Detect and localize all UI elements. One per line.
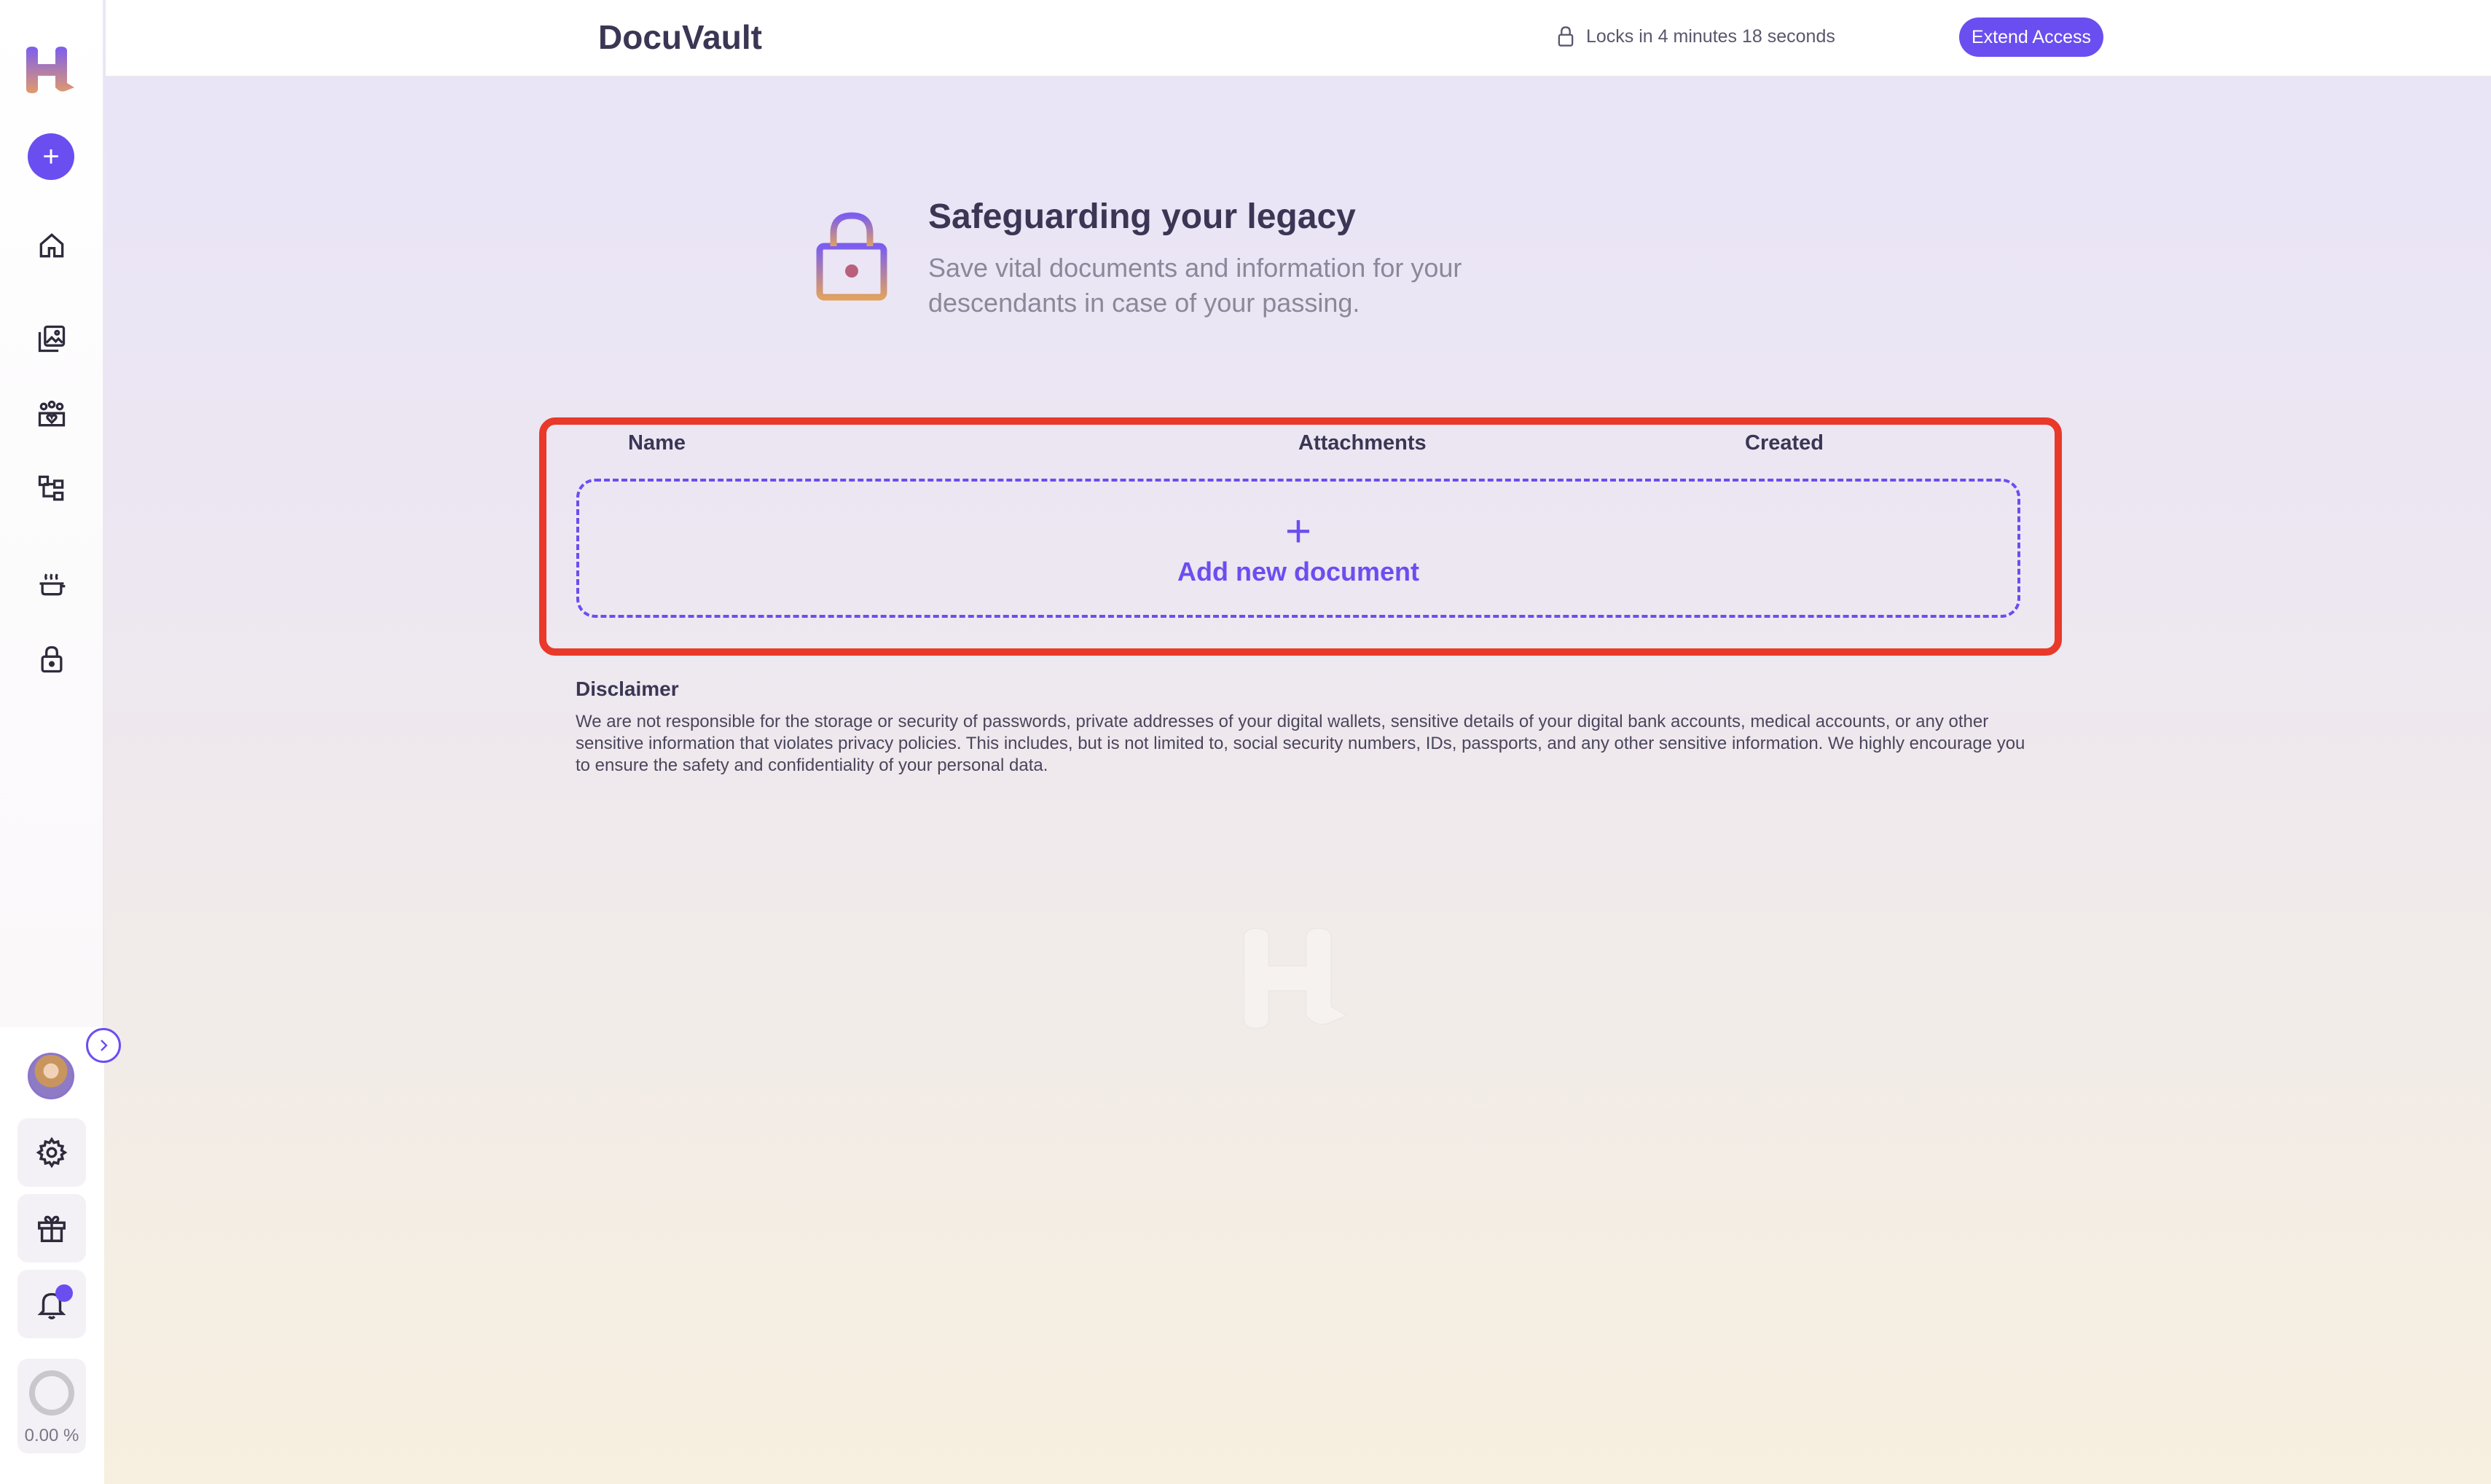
hero-title: Safeguarding your legacy — [928, 197, 1356, 236]
gallery-icon[interactable] — [34, 321, 70, 357]
gift-icon — [38, 1215, 66, 1242]
notification-badge — [55, 1284, 73, 1302]
page-title: DocuVault — [598, 18, 762, 56]
progress-ring — [29, 1370, 74, 1416]
disclaimer-text: We are not responsible for the storage o… — [576, 712, 2025, 775]
family-tree-icon[interactable] — [34, 471, 70, 507]
disclaimer-title: Disclaimer — [576, 678, 679, 700]
cooking-pot-icon[interactable] — [34, 565, 70, 602]
add-document-button[interactable]: + Add new document — [576, 479, 2020, 618]
sidebar: + 0.00 % — [0, 0, 104, 1484]
lock-status: Locks in 4 minutes 18 seconds — [1556, 25, 1835, 48]
gear-icon — [36, 1136, 68, 1169]
extend-access-button[interactable]: Extend Access — [1959, 17, 2103, 57]
avatar[interactable] — [28, 1053, 74, 1099]
gift-button[interactable] — [17, 1194, 86, 1263]
family-icon[interactable] — [34, 396, 70, 433]
add-document-label: Add new document — [1177, 556, 1419, 586]
column-header-attachments[interactable]: Attachments — [1298, 431, 1427, 455]
home-icon[interactable] — [34, 227, 70, 264]
hero-subtitle: Save vital documents and information for… — [928, 253, 1462, 318]
vault-lock-icon — [816, 212, 887, 301]
column-header-created[interactable]: Created — [1745, 431, 1824, 455]
lock-status-text: Locks in 4 minutes 18 seconds — [1586, 25, 1835, 47]
notifications-button[interactable] — [17, 1270, 86, 1338]
lock-icon[interactable] — [34, 641, 70, 678]
top-bar: DocuVault Locks in 4 minutes 18 seconds … — [106, 0, 2491, 77]
add-button[interactable]: + — [28, 133, 74, 180]
app-logo[interactable] — [22, 45, 80, 96]
column-header-name[interactable]: Name — [628, 431, 686, 455]
storage-progress[interactable]: 0.00 % — [17, 1359, 86, 1453]
lock-icon — [1558, 26, 1574, 47]
expand-sidebar-button[interactable] — [86, 1028, 121, 1063]
watermark-logo — [1243, 927, 1349, 1029]
chevron-right-icon — [101, 1040, 108, 1051]
progress-label: 0.00 % — [24, 1426, 79, 1445]
settings-button[interactable] — [17, 1118, 86, 1187]
plus-icon: + — [1284, 506, 1312, 557]
